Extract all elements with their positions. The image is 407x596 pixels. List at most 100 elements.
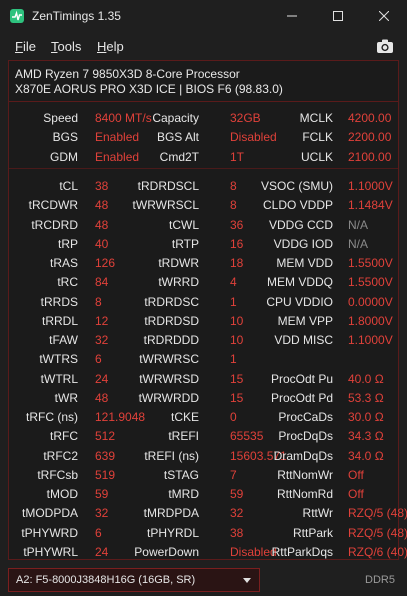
- value-twrrd: 4: [230, 275, 237, 290]
- label-mem-vddq: MEM VDDQ: [267, 275, 333, 290]
- label-tphyrdl: tPHYRDL: [146, 525, 199, 540]
- value-tphyrdl: 38: [230, 525, 244, 540]
- label-tphywrd: tPHYWRD: [21, 525, 78, 540]
- app-logo-icon: [10, 9, 24, 23]
- label-twrwrsc: tWRWRSC: [139, 352, 199, 367]
- label-dramdqds: DramDqDs: [273, 448, 333, 463]
- label-trdrdscl: tRDRDSCL: [137, 179, 199, 193]
- value-twrwrscl: 8: [230, 198, 237, 213]
- label-vsoc-smu: VSOC (SMU): [261, 179, 333, 193]
- value-tcl: 38: [95, 179, 109, 193]
- value-trrds: 8: [95, 294, 102, 309]
- value-mem-vdd: 1.5500V: [348, 256, 393, 270]
- label-procdqds: ProcDqDs: [278, 429, 333, 444]
- maximize-button[interactable]: [315, 0, 361, 32]
- close-icon: [379, 11, 389, 21]
- label-rttwr: RttWr: [302, 506, 333, 521]
- window-title: ZenTimings 1.35: [32, 9, 121, 23]
- value-bgs: Enabled: [95, 130, 140, 145]
- value-tmodpda: 32: [95, 506, 109, 521]
- value-procdqds: 34.3 Ω: [348, 429, 384, 444]
- maximize-icon: [333, 11, 343, 21]
- value-trfcsb: 519: [95, 467, 116, 482]
- label-vddg-ccd: VDDG CCD: [268, 217, 333, 232]
- menu-bar: File Tools Help: [0, 34, 407, 58]
- value-twrwrsc: 1: [230, 352, 237, 367]
- label-powerdown: PowerDown: [134, 544, 199, 559]
- value-tphywrd: 6: [95, 525, 102, 540]
- label-tmod: tMOD: [46, 487, 78, 501]
- value-mem-vpp: 1.8000V: [348, 313, 393, 328]
- minimize-button[interactable]: [269, 0, 315, 32]
- label-fclk: FCLK: [302, 130, 333, 145]
- menu-file[interactable]: File: [15, 39, 36, 54]
- label-rttnomrd: RttNomRd: [276, 487, 333, 501]
- value-twtrs: 6: [95, 352, 102, 367]
- label-tcl: tCL: [59, 179, 78, 193]
- cpu-name: AMD Ryzen 7 9850X3D 8-Core Processor: [15, 67, 240, 81]
- value-trcdrd: 48: [95, 217, 109, 232]
- label-cmd2t: Cmd2T: [159, 149, 199, 164]
- value-twtrl: 24: [95, 371, 109, 386]
- value-rttparkdqs: RZQ/6 (40): [348, 544, 407, 559]
- value-cldo-vddp: 1.1484V: [348, 198, 393, 213]
- label-trfcsb: tRFCsb: [37, 467, 78, 482]
- label-twrrd: tWRRD: [158, 275, 199, 290]
- label-cpu-vddio: CPU VDDIO: [266, 294, 333, 309]
- label-capacity: Capacity: [152, 111, 199, 125]
- value-capacity: 32GB: [230, 111, 261, 125]
- close-button[interactable]: [361, 0, 407, 32]
- memory-type-label: DDR5: [365, 574, 395, 586]
- label-proccads: ProcCaDs: [278, 410, 333, 424]
- label-trdrdsc: tRDRDSC: [144, 294, 199, 309]
- value-trp: 40: [95, 236, 109, 251]
- value-trdrddd: 10: [230, 333, 244, 347]
- value-trtp: 16: [230, 236, 244, 251]
- value-trdrdsd: 10: [230, 313, 244, 328]
- value-tmod: 59: [95, 487, 109, 501]
- label-trfc-ns: tRFC (ns): [26, 410, 78, 424]
- label-bgs: BGS: [52, 130, 78, 145]
- value-tphywrl: 24: [95, 544, 109, 559]
- label-procodt-pd: ProcOdt Pd: [270, 390, 333, 405]
- label-trcdwr: tRCDWR: [28, 198, 78, 213]
- label-rttpark: RttPark: [292, 525, 333, 540]
- value-cpu-vddio: 0.0000V: [348, 294, 393, 309]
- value-powerdown: Disabled: [230, 544, 277, 559]
- value-twrwrsd: 15: [230, 371, 244, 386]
- value-trdrdsc: 1: [230, 294, 237, 309]
- value-tcke: 0: [230, 410, 237, 424]
- value-twr: 48: [95, 390, 109, 405]
- value-trdrdscl: 8: [230, 179, 237, 193]
- value-cmd2t: 1T: [230, 149, 245, 164]
- dimm-select[interactable]: A2: F5-8000J3848H16G (16GB, SR): [8, 568, 260, 592]
- menu-tools[interactable]: Tools: [51, 39, 81, 54]
- value-tmrd: 59: [230, 487, 244, 501]
- menu-help[interactable]: Help: [97, 39, 124, 54]
- label-speed: Speed: [43, 111, 78, 125]
- value-trrdl: 12: [95, 313, 109, 328]
- label-bgs-alt: BGS Alt: [156, 130, 199, 145]
- label-cldo-vddp: CLDO VDDP: [262, 198, 333, 213]
- label-tstag: tSTAG: [163, 467, 199, 482]
- camera-icon[interactable]: [376, 38, 394, 54]
- label-tmrd: tMRD: [168, 487, 199, 501]
- value-trdwr: 18: [230, 256, 244, 270]
- value-vdd-misc: 1.1000V: [348, 333, 393, 347]
- label-mem-vpp: MEM VPP: [277, 313, 333, 328]
- label-mem-vdd: MEM VDD: [276, 256, 333, 270]
- value-procodt-pd: 53.3 Ω: [348, 390, 384, 405]
- value-rttpark: RZQ/5 (48): [348, 525, 407, 540]
- value-tras: 126: [95, 256, 116, 270]
- label-procodt-pu: ProcOdt Pu: [270, 371, 333, 386]
- label-trtp: tRTP: [171, 236, 199, 251]
- label-trefi: tREFI: [168, 429, 199, 444]
- label-twrwrsd: tWRWRSD: [139, 371, 199, 386]
- label-twr: tWR: [54, 390, 78, 405]
- label-tfaw: tFAW: [49, 333, 78, 347]
- value-procodt-pu: 40.0 Ω: [348, 371, 384, 386]
- value-trfc-ns: 121.9048: [95, 410, 146, 424]
- label-trc: tRC: [57, 275, 78, 290]
- label-tras: tRAS: [49, 256, 78, 270]
- system-info: AMD Ryzen 7 9850X3D 8-Core Processor X87…: [8, 60, 399, 102]
